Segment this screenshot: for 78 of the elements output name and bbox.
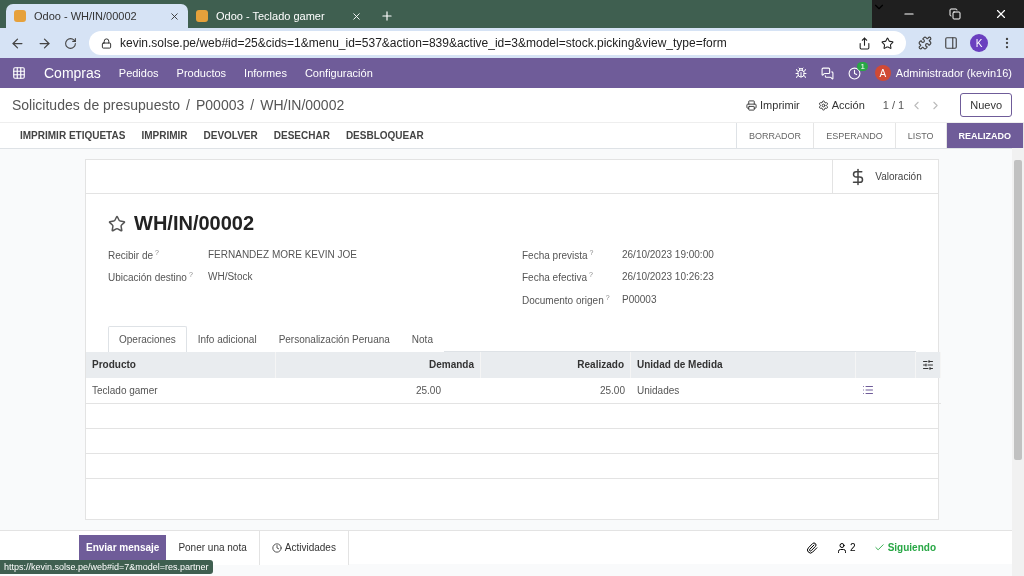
share-icon[interactable]	[858, 36, 871, 50]
list-icon[interactable]	[862, 384, 874, 397]
action-button[interactable]: IMPRIMIR ETIQUETAS	[12, 130, 134, 141]
close-icon[interactable]	[994, 7, 1008, 21]
action-button[interactable]: DEVOLVER	[195, 130, 266, 141]
settings-icon[interactable]	[922, 359, 934, 371]
extensions-icon[interactable]	[918, 36, 932, 50]
field-label: Recibir de $^{?}$	[108, 249, 160, 262]
followers-count[interactable]: 2	[850, 542, 856, 553]
check-icon	[873, 542, 885, 553]
menu-item[interactable]: Productos	[176, 67, 227, 79]
breadcrumb-separator: /	[186, 97, 190, 113]
table-cell: Unidades	[631, 378, 856, 404]
clock-icon[interactable]	[847, 66, 861, 80]
field-value: WH/Stock	[208, 271, 254, 284]
send-message-button[interactable]: Enviar mensaje	[79, 535, 167, 560]
print-button[interactable]: Imprimir	[746, 99, 800, 111]
field-value: FERNANDEZ MORE KEVIN JOE	[208, 249, 358, 262]
apps-grid-icon[interactable]	[12, 66, 26, 80]
status-step[interactable]: REALIZADO	[946, 123, 1024, 148]
forward-icon[interactable]	[37, 35, 52, 51]
browser-tab[interactable]: Odoo - Teclado gamer	[188, 4, 370, 28]
status-url-tooltip: https://kevin.solse.pe/web#id=7&model=res.partner	[0, 560, 213, 574]
activities-button[interactable]: Actividades	[259, 530, 349, 565]
activity-badge: 1	[857, 61, 868, 71]
user-name[interactable]: Administrador (kevin16)	[895, 67, 1012, 79]
restore-icon[interactable]	[949, 8, 961, 20]
bug-icon[interactable]	[794, 67, 807, 79]
new-tab-icon[interactable]	[380, 9, 394, 23]
action-button[interactable]: IMPRIMIR	[133, 130, 196, 141]
field-label: Fecha prevista $^{?}$	[522, 249, 595, 262]
back-icon[interactable]	[10, 35, 25, 51]
followers-icon[interactable]	[836, 541, 849, 554]
field-value: P00003	[622, 293, 658, 306]
field-label: Documento origen $^{?}$	[522, 293, 611, 306]
field-value: 26/10/2023 19:00:00	[622, 249, 715, 262]
close-icon[interactable]	[169, 10, 180, 22]
profile-avatar[interactable]: K	[970, 34, 988, 52]
clock-icon	[271, 542, 282, 553]
new-button[interactable]: Nuevo	[960, 93, 1012, 117]
breadcrumb-item[interactable]: Solicitudes de presupuesto	[12, 97, 181, 113]
close-icon[interactable]	[351, 10, 362, 22]
app-name[interactable]: Compras	[44, 65, 101, 81]
notebook-tab[interactable]: Operaciones	[108, 326, 187, 352]
address-field[interactable]: kevin.solse.pe/web#id=25&cids=1&menu_id=537&action=839&active_id=3&model=stock.picking&view_type=form	[89, 31, 906, 55]
field-label: Ubicación destino $^{?}$	[108, 271, 194, 284]
star-icon[interactable]	[108, 214, 126, 233]
menu-item[interactable]: Configuración	[304, 67, 373, 79]
menu-item[interactable]: Informes	[244, 67, 287, 79]
side-panel-icon[interactable]	[944, 36, 958, 50]
column-header: Producto	[86, 352, 276, 378]
star-icon[interactable]	[881, 36, 894, 50]
record-title: WH/IN/00002	[134, 212, 255, 235]
breadcrumb-item[interactable]: P00003	[196, 97, 245, 113]
table-cell: 25.00	[415, 385, 441, 396]
breadcrumb-separator: /	[250, 97, 255, 113]
action-button[interactable]: DESBLOQUEAR	[337, 130, 432, 141]
scrollbar[interactable]	[1012, 148, 1024, 576]
field-value: 26/10/2023 10:26:23	[622, 271, 715, 284]
reload-icon[interactable]	[64, 36, 77, 50]
user-avatar[interactable]: A	[874, 65, 891, 81]
paperclip-icon[interactable]	[806, 541, 819, 554]
field-label: Fecha efectiva $^{?}$	[522, 271, 594, 284]
browser-tab[interactable]: Odoo - WH/IN/00002	[6, 4, 188, 28]
column-header: Unidad de Medida	[631, 352, 856, 378]
lock-icon	[101, 37, 112, 49]
printer-icon	[746, 99, 758, 111]
column-header: Realizado	[481, 352, 631, 378]
gear-icon	[817, 99, 829, 111]
table-cell: 25.00	[599, 385, 625, 396]
action-button[interactable]: DESECHAR	[265, 130, 338, 141]
chat-icon[interactable]	[820, 66, 834, 80]
pager-value: 1 / 1	[882, 99, 905, 111]
table-cell: Teclado gamer	[86, 378, 276, 404]
action-button[interactable]: Acción	[817, 99, 865, 111]
menu-item[interactable]: Pedidos	[118, 67, 159, 79]
breadcrumb-item: WH/IN/00002	[260, 97, 345, 113]
column-header: Demanda	[276, 352, 481, 378]
